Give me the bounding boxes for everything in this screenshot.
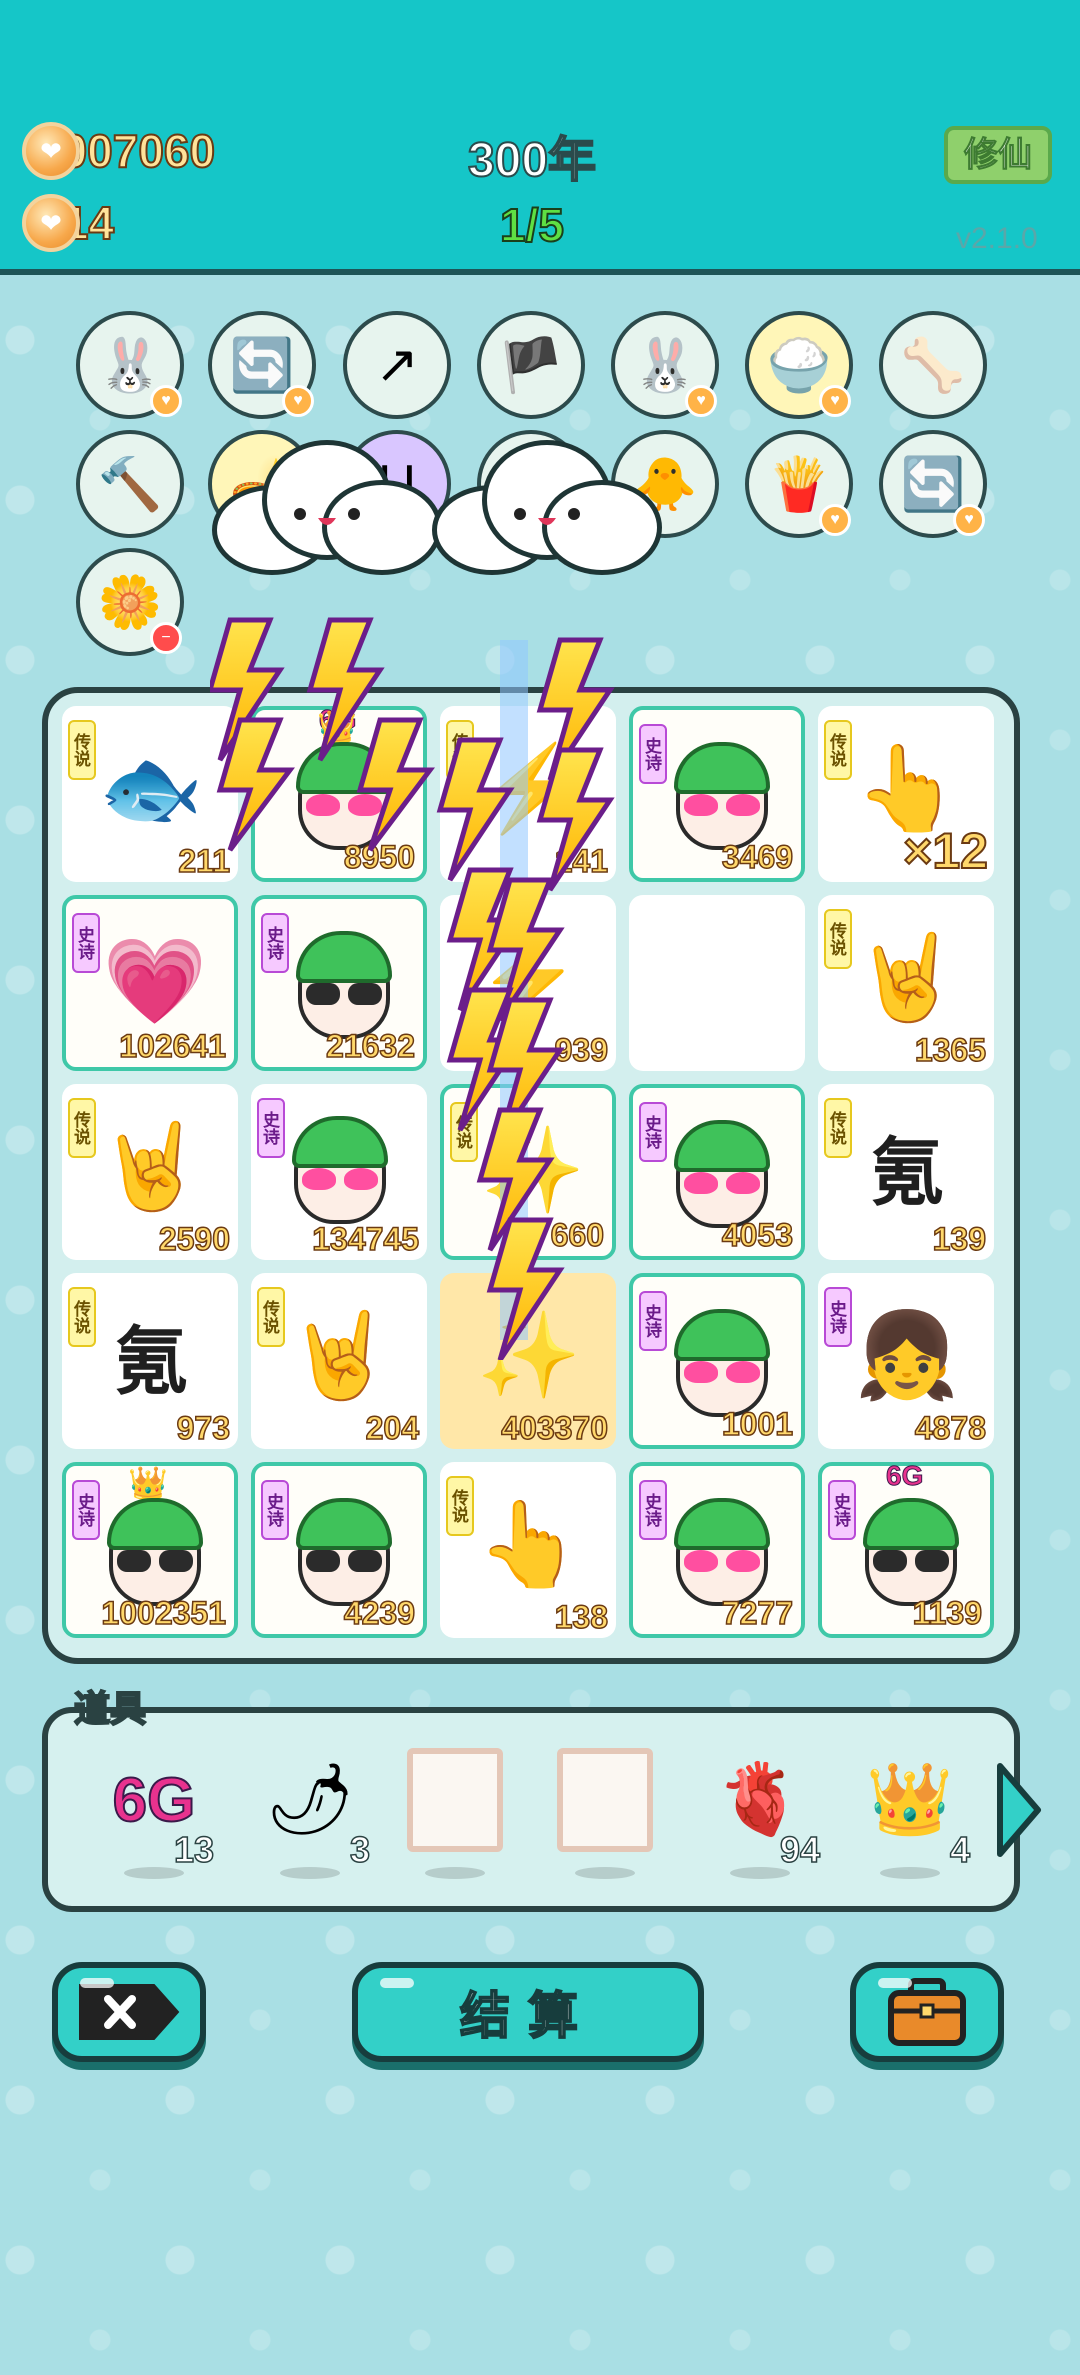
cell-value: 138 — [554, 1598, 609, 1636]
settle-label: 结算 — [459, 1987, 596, 2045]
rabbit-icon[interactable]: 🐰 ♥ — [76, 311, 184, 419]
cell-value: 204 — [365, 1409, 420, 1447]
koi-fish-icon: 🐟 — [98, 740, 204, 835]
hearts-face-icon — [657, 1110, 787, 1230]
cell-value: 1139 — [912, 1594, 983, 1632]
glowing-heart-icon: 💗 — [102, 933, 208, 1028]
prop-blank-frame[interactable] — [545, 1745, 665, 1885]
prop-count: 3 — [349, 1828, 371, 1871]
prop-chili[interactable]: 🌶 3 — [250, 1745, 371, 1885]
board-cell[interactable]: 史诗 👑 1002351 — [62, 1462, 238, 1638]
cloud-character-icon — [432, 440, 662, 580]
fries-icon[interactable]: 🍟 ♥ — [745, 430, 853, 538]
refresh-icon[interactable]: 🔄 ♥ — [879, 430, 987, 538]
xiuxian-button[interactable]: 修仙 — [944, 126, 1052, 184]
backpack-button[interactable] — [850, 1962, 1004, 2062]
prop-6g[interactable]: 6G 13 — [94, 1745, 215, 1885]
year-label: 300年 — [467, 133, 597, 188]
girl-face-icon: 👧 — [854, 1307, 960, 1402]
cell-value: 4878 — [914, 1409, 987, 1447]
coin-heart-icon: ❤ — [22, 194, 80, 252]
blank-frame-icon — [557, 1748, 653, 1852]
prop-count: 13 — [173, 1828, 215, 1871]
refresh-icon[interactable]: 🔄 ♥ — [208, 311, 316, 419]
cell-value: 7277 — [721, 1594, 794, 1632]
top-bar: ❤ 7007060 ❤ +14 300年 1/5 修仙 v2.1.0 — [0, 0, 1080, 275]
cell-value: 139 — [932, 1220, 987, 1258]
cell-value: 1365 — [914, 1031, 987, 1069]
delete-button[interactable] — [52, 1962, 206, 2062]
board-cell[interactable]: 传说 👆 138 — [440, 1462, 616, 1638]
backspace-icon — [79, 1984, 180, 2040]
arrow-card-icon[interactable]: ↗ — [343, 311, 451, 419]
rock-hand-icon: 🤘 — [98, 1118, 204, 1213]
board-cell[interactable]: 史诗 7277 — [629, 1462, 805, 1638]
board-cell[interactable]: 史诗 4239 — [251, 1462, 427, 1638]
cloud-face-icon — [514, 508, 580, 525]
cloud-character-icon — [212, 440, 442, 580]
cell-value: 973 — [176, 1409, 231, 1447]
crown-sunglasses-face-icon — [90, 1488, 220, 1608]
dog-bowl-icon[interactable]: 🦴 — [879, 311, 987, 419]
rabbit-icon[interactable]: 🐰 ♥ — [611, 311, 719, 419]
coin-gain-row: ❤ +14 — [22, 194, 115, 252]
cell-value: 3469 — [721, 838, 794, 876]
prop-blank-frame[interactable] — [395, 1745, 515, 1885]
sunglasses-face-icon — [846, 1488, 976, 1608]
cell-value: 4053 — [721, 1216, 794, 1254]
sunglasses-face-icon — [279, 1488, 409, 1608]
rice-bowl-icon[interactable]: 🍚 ♥ — [745, 311, 853, 419]
cell-value: 1002351 — [101, 1594, 227, 1632]
prop-liver[interactable]: 🫀 94 — [700, 1745, 821, 1885]
hearts-face-icon — [657, 732, 787, 852]
prop-crown[interactable]: 👑 4 — [850, 1745, 971, 1885]
board-cell-empty[interactable] — [629, 895, 805, 1071]
hearts-face-icon — [657, 1488, 787, 1608]
board-cell[interactable]: 史诗 1001 — [629, 1273, 805, 1449]
coin-heart-icon: ❤ — [22, 122, 80, 180]
coin-counter: ❤ 7007060 — [22, 122, 216, 180]
chevron-right-icon[interactable] — [994, 1760, 1044, 1860]
board-cell[interactable]: 史诗 👧 4878 — [818, 1273, 994, 1449]
props-title: 道具 — [73, 1687, 147, 1730]
cell-value: 4239 — [343, 1594, 416, 1632]
rock-hand-icon: 🤘 — [854, 929, 960, 1024]
board-cell[interactable]: 传说氪 139 — [818, 1084, 994, 1260]
board-cell[interactable]: 传说 🤘 1365 — [818, 895, 994, 1071]
board-cell[interactable]: 传说 👆 ×12 — [818, 706, 994, 882]
stage-progress: 1/5 — [499, 198, 565, 252]
cloud-face-icon — [294, 508, 360, 525]
cell-value: 1001 — [721, 1405, 794, 1443]
krypton-glyph: 氪 — [114, 1319, 188, 1403]
cell-value: ×12 — [902, 822, 989, 880]
krypton-glyph: 氪 — [870, 1130, 944, 1214]
flower-pot-icon[interactable]: 🌼 − — [76, 548, 184, 656]
lightning-effect-icon — [210, 617, 615, 1360]
blank-frame-icon — [407, 1748, 503, 1852]
cell-value: 403370 — [500, 1409, 608, 1447]
pointing-hand-icon: 👆 — [476, 1496, 582, 1591]
6g-icon: 6G — [112, 1765, 197, 1836]
hammer-icon[interactable]: 🔨 — [76, 430, 184, 538]
version-label: v2.1.0 — [956, 222, 1038, 255]
hearts-face-icon — [657, 1299, 787, 1419]
prop-count: 94 — [779, 1828, 821, 1871]
board-cell[interactable]: 史诗 4053 — [629, 1084, 805, 1260]
board-cell[interactable]: 史诗 6G 1139 — [818, 1460, 994, 1638]
pirate-patch-icon[interactable]: 🏴 — [477, 311, 585, 419]
settle-button[interactable]: 结算 — [352, 1962, 704, 2062]
board-cell[interactable]: 史诗 3469 — [629, 706, 805, 882]
prop-count: 4 — [949, 1828, 971, 1871]
